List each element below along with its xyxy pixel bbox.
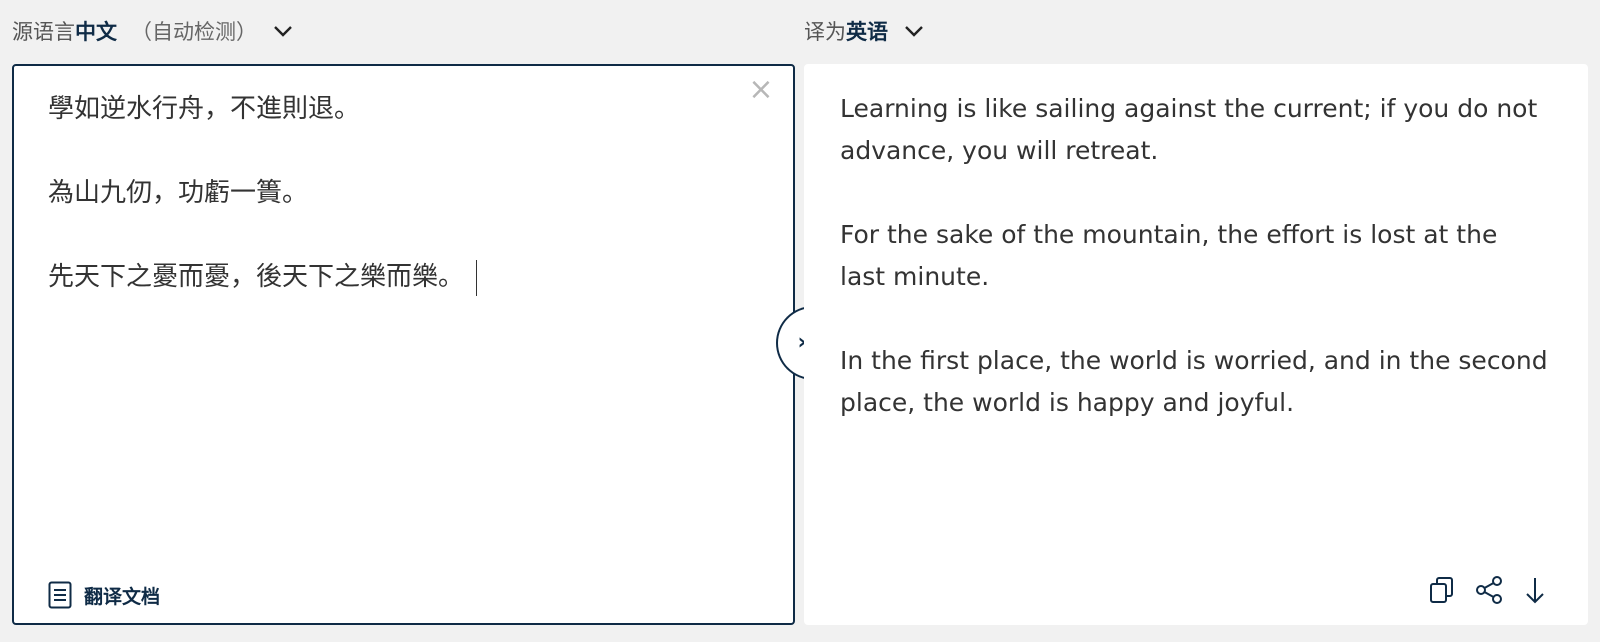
download-icon[interactable] xyxy=(1520,575,1550,605)
source-paragraph: 先天下之憂而憂，後天下之樂而樂。 xyxy=(48,256,733,298)
target-paragraph: For the sake of the mountain, the effort… xyxy=(840,220,1498,291)
text-cursor xyxy=(476,259,478,296)
document-icon xyxy=(48,581,72,609)
source-paragraph: 為山九仞，功虧一簣。 xyxy=(48,178,309,208)
target-language-prefix: 译为 xyxy=(804,20,846,44)
copy-icon[interactable] xyxy=(1428,575,1458,605)
source-paragraph: 學如逆水行舟，不進則退。 xyxy=(48,94,361,124)
target-paragraph: In the first place, the world is worried… xyxy=(840,346,1548,417)
target-language-bar[interactable]: 译为 英语 xyxy=(804,14,926,48)
source-paragraph-text: 先天下之憂而憂，後天下之樂而樂。 xyxy=(48,262,465,292)
chevron-down-icon[interactable] xyxy=(902,19,926,43)
source-textarea[interactable]: 學如逆水行舟，不進則退。 為山九仞，功虧一簣。 先天下之憂而憂，後天下之樂而樂。 xyxy=(48,88,733,340)
target-text-panel: Learning is like sailing against the cur… xyxy=(804,64,1588,625)
target-language-name[interactable]: 英语 xyxy=(846,16,888,46)
source-text-panel[interactable]: 學如逆水行舟，不進則退。 為山九仞，功虧一簣。 先天下之憂而憂，後天下之樂而樂。… xyxy=(12,64,795,625)
target-paragraph: Learning is like sailing against the cur… xyxy=(840,94,1538,165)
source-language-prefix: 源语言 xyxy=(12,20,75,44)
share-icon[interactable] xyxy=(1474,575,1504,605)
source-language-bar[interactable]: 源语言 中文 （自动检测） xyxy=(12,14,295,48)
output-actions xyxy=(1428,575,1550,605)
translate-document-label: 翻译文档 xyxy=(84,585,161,608)
translation-output: Learning is like sailing against the cur… xyxy=(840,88,1548,466)
chevron-down-icon[interactable] xyxy=(271,19,295,43)
translate-document-button[interactable]: 翻译文档 xyxy=(48,581,160,609)
close-icon[interactable]: × xyxy=(747,75,775,105)
source-language-name[interactable]: 中文 xyxy=(75,16,117,46)
auto-detect-label: （自动检测） xyxy=(131,20,257,44)
